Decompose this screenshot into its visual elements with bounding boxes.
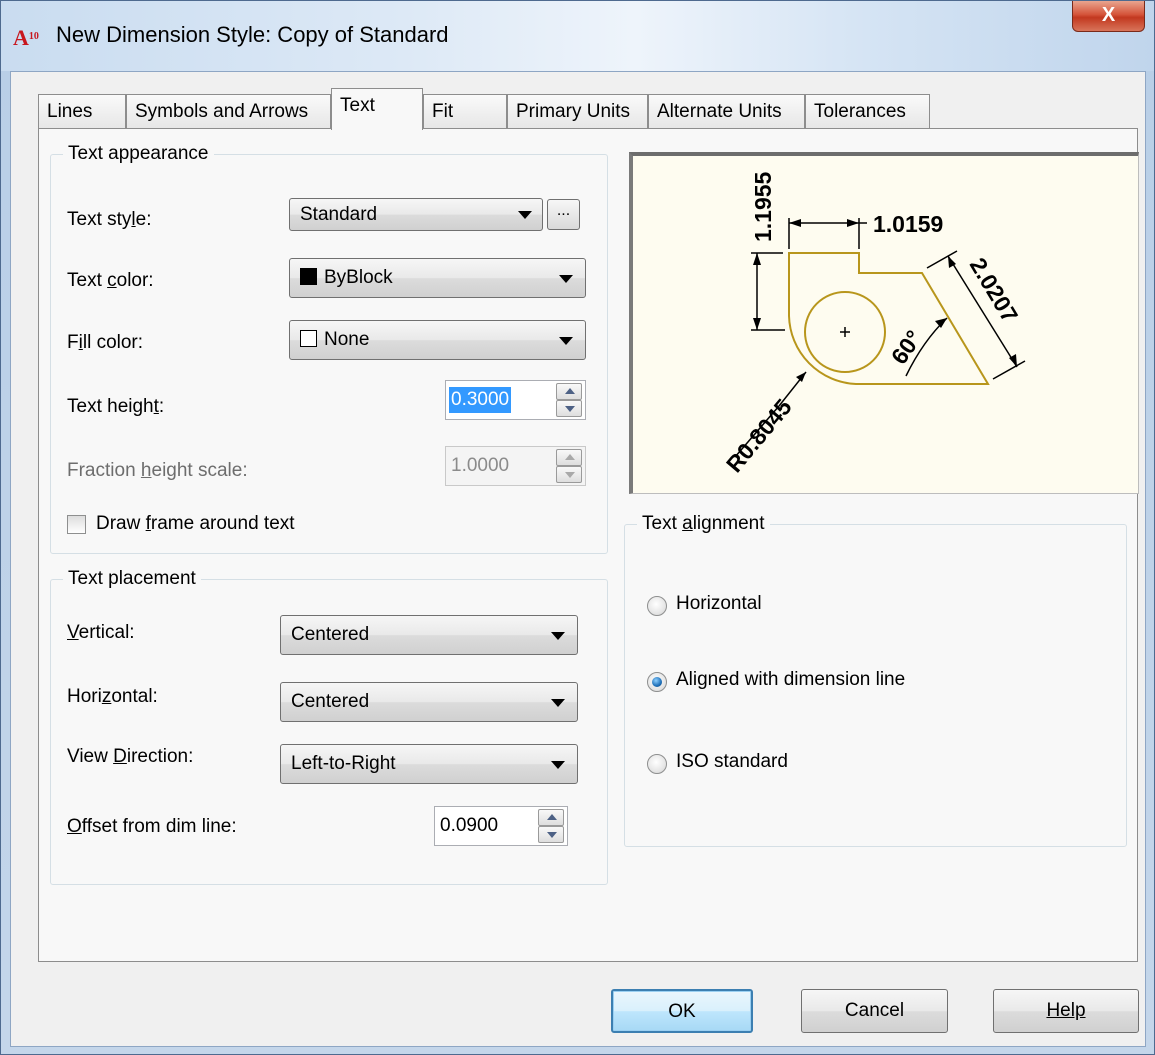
preview-labels: 1.0159 1.1955 2.0207 60° R0.8045 (721, 171, 1023, 477)
chevron-down-icon (551, 699, 565, 707)
fill-color-label: Fill color: (67, 332, 144, 353)
spin-up-icon (556, 449, 582, 466)
spin-up-icon[interactable] (538, 809, 564, 826)
chevron-down-icon (559, 275, 573, 283)
text-style-dropdown[interactable]: Standard (289, 198, 543, 231)
text-style-label: Text style: (67, 209, 152, 230)
tab-fit[interactable]: Fit (423, 94, 507, 129)
text-appearance-label: Text appearance (63, 143, 214, 165)
tab-text[interactable]: Text (331, 88, 423, 130)
preview-drawing: 1.0159 1.1955 2.0207 60° R0.8045 (721, 171, 1026, 477)
spin-down-icon[interactable] (538, 826, 564, 843)
radio-horizontal-label[interactable]: Horizontal (676, 593, 762, 615)
spin-down-icon (556, 466, 582, 483)
tab-tolerances[interactable]: Tolerances (805, 94, 930, 129)
text-color-label: Text color: (67, 270, 154, 291)
help-button[interactable]: Help (993, 989, 1139, 1033)
text-placement-label: Text placement (63, 568, 201, 590)
text-color-dropdown[interactable]: ByBlock (289, 258, 586, 298)
chevron-down-icon (551, 761, 565, 769)
tab-primary-units[interactable]: Primary Units (507, 94, 648, 129)
draw-frame-label[interactable]: Draw frame around text (96, 513, 295, 535)
close-icon: X (1101, 4, 1116, 26)
radio-aligned-label[interactable]: Aligned with dimension line (676, 669, 905, 691)
title-bar[interactable]: A10 New Dimension Style: Copy of Standar… (1, 1, 1154, 71)
horizontal-dropdown[interactable]: Centered (280, 682, 578, 722)
cancel-button[interactable]: Cancel (801, 989, 948, 1033)
view-direction-dropdown[interactable]: Left-to-Right (280, 744, 578, 784)
text-alignment-label: Text alignment (637, 513, 770, 535)
autocad-app-icon: A10 (13, 25, 39, 50)
vertical-dropdown[interactable]: Centered (280, 615, 578, 655)
text-style-browse-button[interactable]: ... (547, 199, 580, 230)
offset-from-dim-line-label: Offset from dim line: (67, 816, 237, 837)
view-direction-label: View Direction: (67, 746, 194, 767)
text-height-input[interactable]: 0.3000 (445, 380, 586, 420)
text-alignment-group: Text alignment Horizontal Aligned with d… (624, 513, 1127, 847)
horizontal-label: Horizontal: (67, 686, 158, 707)
chevron-down-icon (551, 632, 565, 640)
chevron-down-icon (559, 337, 573, 345)
dialog-window: A10 New Dimension Style: Copy of Standar… (0, 0, 1155, 1055)
offset-from-dim-line-input[interactable]: 0.0900 (434, 806, 568, 846)
dialog-client-area: Lines Symbols and Arrows Text Fit Primar… (10, 71, 1146, 1047)
text-tab-panel: Text appearance Text style: Standard ...… (38, 128, 1139, 962)
text-appearance-group: Text appearance Text style: Standard ...… (50, 143, 608, 554)
fill-color-dropdown[interactable]: None (289, 320, 586, 360)
text-placement-group: Text placement Vertical: Centered Horizo… (50, 568, 608, 885)
draw-frame-checkbox[interactable] (67, 515, 86, 534)
dialog-title: New Dimension Style: Copy of Standard (56, 22, 449, 47)
dim-vertical-text: 1.1955 (750, 171, 776, 242)
dim-angle-text: 60° (886, 325, 927, 368)
tab-alternate-units[interactable]: Alternate Units (648, 94, 805, 129)
tab-symbols-and-arrows[interactable]: Symbols and Arrows (126, 94, 331, 129)
color-swatch-icon (300, 330, 317, 347)
text-height-label: Text height: (67, 396, 165, 417)
spin-up-icon[interactable] (556, 383, 582, 400)
radio-aligned-with-dimension-line[interactable] (647, 672, 667, 692)
radio-iso-standard[interactable] (647, 754, 667, 774)
preview-arrowheads (753, 219, 1017, 382)
vertical-label: Vertical: (67, 622, 135, 643)
dimension-preview: 1.0159 1.1955 2.0207 60° R0.8045 (629, 152, 1139, 494)
radio-horizontal[interactable] (647, 596, 667, 616)
close-button[interactable]: X (1072, 1, 1145, 32)
tab-lines[interactable]: Lines (38, 94, 126, 129)
dim-aligned-text: 2.0207 (965, 253, 1024, 327)
dim-horizontal-text: 1.0159 (873, 211, 943, 237)
ok-button[interactable]: OK (611, 989, 753, 1033)
fraction-height-scale-input: 1.0000 (445, 446, 586, 486)
fraction-height-scale-label: Fraction height scale: (67, 460, 248, 481)
spin-down-icon[interactable] (556, 400, 582, 417)
color-swatch-icon (300, 268, 317, 285)
chevron-down-icon (518, 211, 532, 219)
dim-radius-text: R0.8045 (721, 394, 797, 477)
radio-iso-standard-label[interactable]: ISO standard (676, 751, 788, 773)
